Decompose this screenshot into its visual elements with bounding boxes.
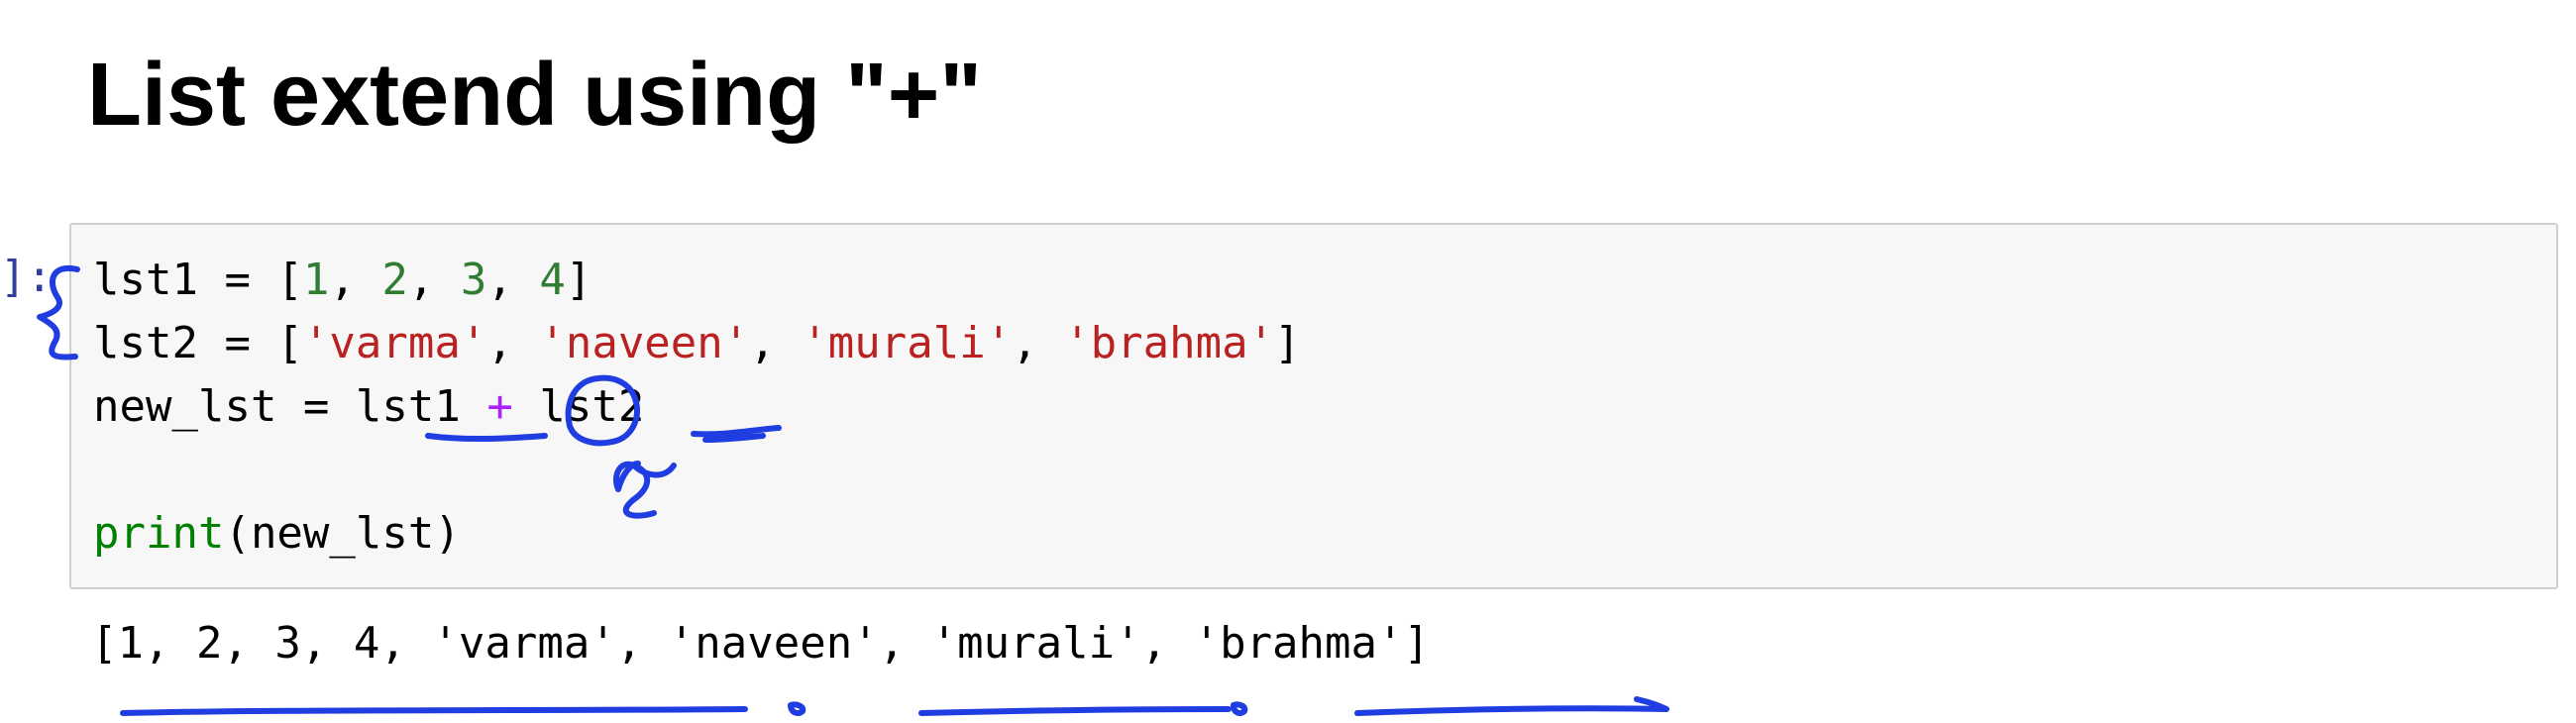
code-line: lst1 = [1, 2, 3, 4] [93, 249, 1301, 312]
code-token-plain: , [749, 318, 803, 368]
output-dot-1 [788, 701, 806, 716]
notebook-page: List extend using "+" ]: lst1 = [1, 2, 3… [0, 0, 2576, 723]
code-line: print(new_lst) [93, 502, 1301, 566]
code-token-str: 'naveen' [539, 318, 750, 368]
input-prompt: ]: [0, 252, 53, 302]
code-line: lst2 = ['varma', 'naveen', 'murali', 'br… [93, 312, 1301, 375]
markdown-heading: List extend using "+" [87, 46, 982, 145]
code-token-plain: lst2 = [ [93, 318, 303, 368]
output-dot-2 [1231, 701, 1248, 716]
code-token-plain: (new_lst) [224, 508, 461, 559]
output-arrow-right [1354, 696, 1669, 716]
code-token-plain: , [486, 318, 540, 368]
code-token-str: 'murali' [802, 318, 1013, 368]
code-token-plain: ] [1274, 318, 1301, 368]
code-token-plain: , [486, 255, 540, 305]
code-token-num: 4 [539, 255, 566, 305]
code-token-plain: , [1012, 318, 1065, 368]
code-token-builtin: print [93, 508, 225, 559]
code-line: new_lst = lst1 + lst2 [93, 375, 1301, 439]
cell-output: [1, 2, 3, 4, 'varma', 'naveen', 'murali'… [91, 618, 1431, 669]
code-editor[interactable]: lst1 = [1, 2, 3, 4] lst2 = ['varma', 'nav… [93, 249, 1301, 566]
code-token-num: 2 [381, 255, 408, 305]
output-underline-numbers [120, 706, 748, 716]
output-underline-middle [918, 706, 1232, 716]
code-token-plain: lst1 = [ [93, 255, 303, 305]
code-token-plain: , [329, 255, 382, 305]
code-token-num: 1 [302, 255, 330, 305]
code-token-plain: new_lst = lst1 [93, 381, 487, 432]
code-token-plain: lst2 [512, 381, 645, 432]
code-token-op: + [486, 381, 513, 432]
code-token-str: 'brahma' [1064, 318, 1275, 368]
code-token-plain: ] [565, 255, 592, 305]
code-token-num: 3 [460, 255, 487, 305]
code-cell[interactable]: lst1 = [1, 2, 3, 4] lst2 = ['varma', 'nav… [69, 223, 2558, 589]
code-token-str: 'varma' [302, 318, 487, 368]
code-token-plain: , [407, 255, 461, 305]
